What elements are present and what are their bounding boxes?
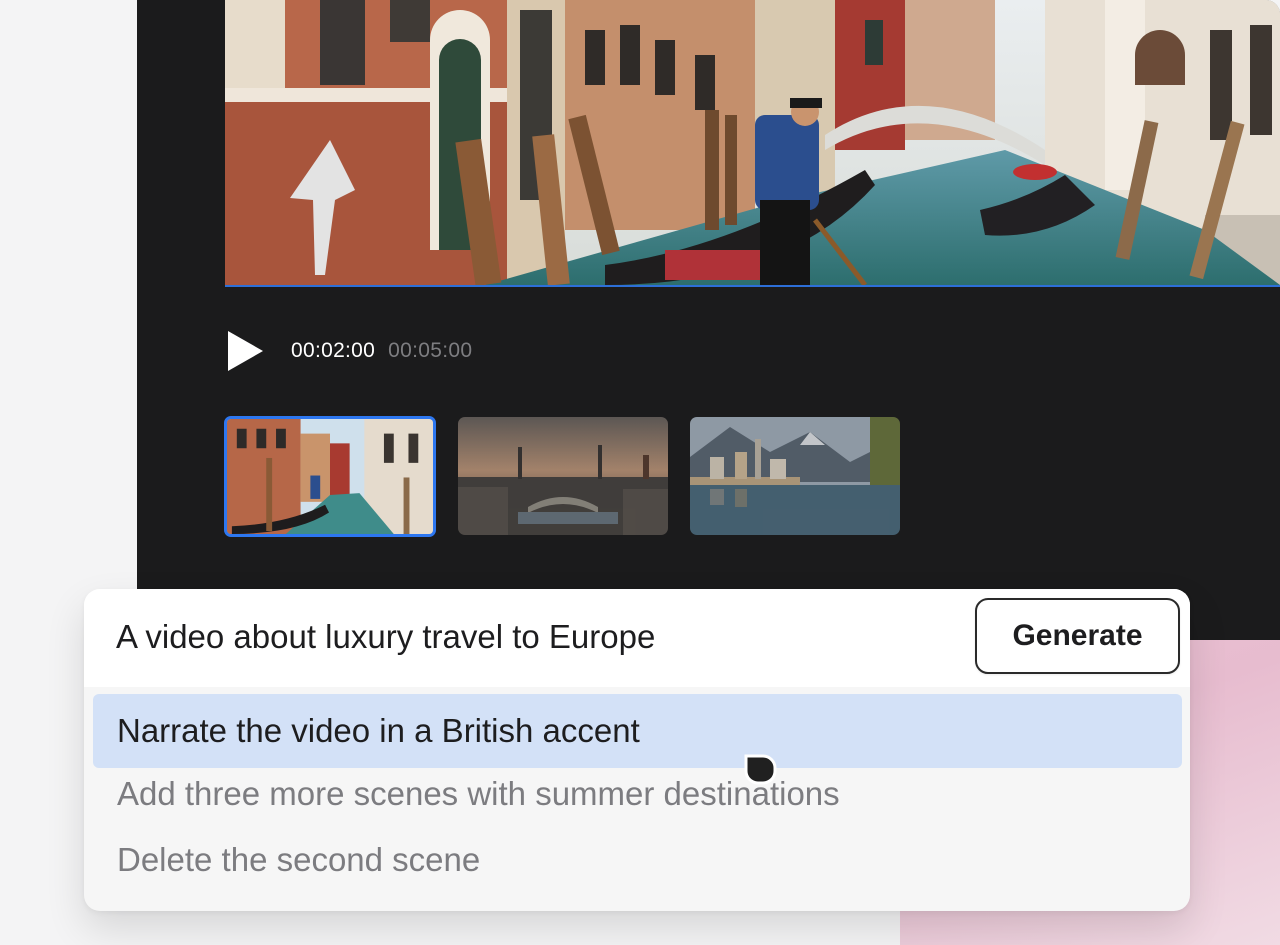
venice-thumbnail-image xyxy=(227,419,433,534)
suggestion-item[interactable]: Delete the second scene xyxy=(93,829,1182,891)
suggestion-item[interactable]: Add three more scenes with summer destin… xyxy=(93,763,1182,825)
mouse-pointer-icon xyxy=(744,754,777,785)
venice-canal-image xyxy=(225,0,1280,285)
video-preview[interactable] xyxy=(225,0,1280,287)
scene-thumbnail-1[interactable] xyxy=(224,416,436,537)
prompt-card: A video about luxury travel to Europe Ge… xyxy=(84,589,1190,911)
play-icon xyxy=(228,331,263,371)
play-button[interactable] xyxy=(225,328,265,374)
scene-thumbnail-3[interactable] xyxy=(690,417,900,535)
suggestion-item[interactable]: Narrate the video in a British accent xyxy=(93,694,1182,768)
video-editor-panel: 00:02:00 00:05:00 xyxy=(137,0,1280,640)
generate-button[interactable]: Generate xyxy=(975,598,1180,674)
playback-controls: 00:02:00 00:05:00 xyxy=(225,328,472,374)
scene-thumbnail-2[interactable] xyxy=(458,417,668,535)
total-duration: 00:05:00 xyxy=(388,339,473,362)
prompt-input[interactable]: A video about luxury travel to Europe xyxy=(116,618,655,656)
lakeside-town-thumbnail-image xyxy=(690,417,900,535)
city-dusk-thumbnail-image xyxy=(458,417,668,535)
scene-thumbnails xyxy=(224,416,900,537)
prompt-input-row: A video about luxury travel to Europe Ge… xyxy=(84,589,1190,687)
current-time: 00:02:00 xyxy=(291,339,376,362)
